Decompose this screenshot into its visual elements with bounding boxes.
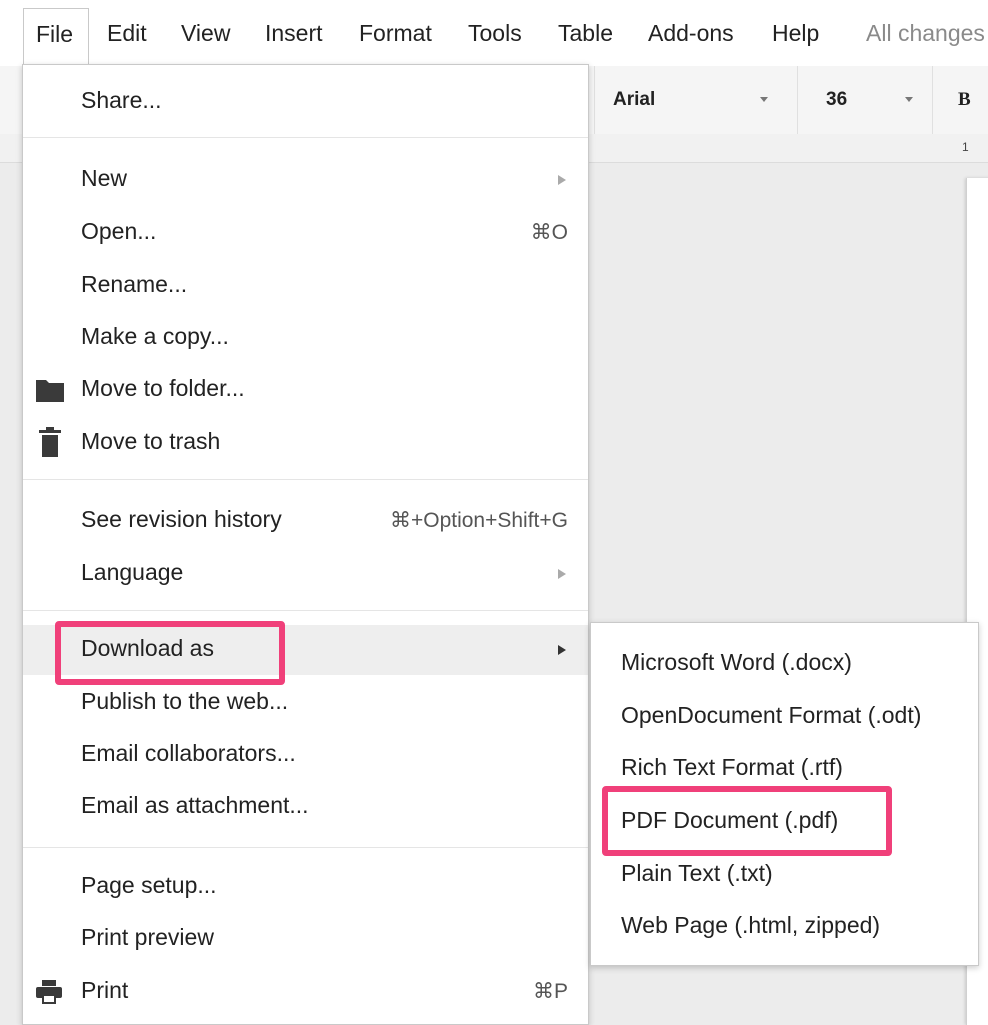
font-family-select[interactable]: Arial (613, 89, 655, 111)
submenu-item-label: Web Page (.html, zipped) (621, 912, 881, 938)
chevron-down-icon (905, 97, 913, 102)
menu-item-label: See revision history (81, 506, 282, 532)
shortcut-label: ⌘P (532, 980, 568, 1003)
pdf-highlight (602, 786, 892, 856)
toolbar-separator (932, 66, 933, 134)
download-as-submenu: Microsoft Word (.docx) OpenDocument Form… (590, 622, 979, 966)
save-status: All changes (866, 20, 985, 46)
menu-item-move-to-trash[interactable]: Move to trash (23, 418, 588, 466)
toolbar-separator (797, 66, 798, 134)
menu-item-label: Page setup... (81, 872, 217, 898)
menu-item-label: Open... (81, 218, 157, 244)
menu-item-language[interactable]: Language (23, 549, 588, 597)
menu-item-new[interactable]: New (23, 155, 588, 203)
ruler-mark: 1 (962, 140, 969, 154)
menu-divider (23, 479, 588, 480)
menu-edit[interactable]: Edit (107, 20, 147, 47)
menu-item-share[interactable]: Share... (23, 77, 588, 125)
menu-item-page-setup[interactable]: Page setup... (23, 862, 588, 910)
menu-item-label: Move to trash (81, 428, 221, 454)
menu-item-rename[interactable]: Rename... (23, 261, 588, 309)
menu-view[interactable]: View (181, 20, 230, 47)
submenu-arrow-icon (558, 645, 566, 655)
menu-item-print-preview[interactable]: Print preview (23, 914, 588, 962)
menu-insert[interactable]: Insert (265, 20, 323, 47)
submenu-item-odt[interactable]: OpenDocument Format (.odt) (591, 690, 978, 740)
submenu-arrow-icon (558, 569, 566, 579)
menu-help[interactable]: Help (772, 20, 819, 47)
font-size-select[interactable]: 36 (826, 89, 847, 111)
submenu-item-label: Microsoft Word (.docx) (621, 649, 852, 675)
menu-format[interactable]: Format (359, 20, 432, 47)
shortcut-label: ⌘+Option+Shift+G (389, 509, 568, 532)
menu-item-make-copy[interactable]: Make a copy... (23, 313, 588, 361)
menu-item-publish[interactable]: Publish to the web... (23, 678, 588, 726)
menu-item-label: Print (81, 977, 129, 1003)
toolbar-separator (594, 66, 595, 134)
submenu-item-label: OpenDocument Format (.odt) (621, 702, 922, 728)
menu-item-label: Rename... (81, 271, 188, 297)
file-menu: Share... New Open... ⌘O Rename... Make a… (22, 64, 589, 1025)
folder-icon (36, 380, 64, 402)
bold-button[interactable]: B (958, 89, 971, 111)
menu-item-label: Publish to the web... (81, 688, 289, 714)
printer-icon (36, 980, 62, 1004)
menu-item-move-to-folder[interactable]: Move to folder... (23, 365, 588, 413)
menu-item-label: Make a copy... (81, 323, 229, 349)
menu-item-label: Language (81, 559, 184, 585)
chevron-down-icon (760, 97, 768, 102)
menu-item-label: New (81, 165, 128, 191)
menu-item-email-attachment[interactable]: Email as attachment... (23, 782, 588, 830)
submenu-item-label: Plain Text (.txt) (621, 860, 773, 886)
submenu-item-label: Rich Text Format (.rtf) (621, 754, 843, 780)
menu-divider (23, 610, 588, 611)
menu-file[interactable]: File (23, 8, 89, 66)
menu-divider (23, 137, 588, 138)
menu-item-open[interactable]: Open... ⌘O (23, 208, 588, 256)
submenu-item-docx[interactable]: Microsoft Word (.docx) (591, 637, 978, 687)
menu-item-label: Email collaborators... (81, 740, 296, 766)
menu-item-revision-history[interactable]: See revision history ⌘+Option+Shift+G (23, 496, 588, 544)
menu-item-print[interactable]: Print ⌘P (23, 967, 588, 1015)
menu-item-label: Move to folder... (81, 375, 245, 401)
menu-item-label: Email as attachment... (81, 792, 309, 818)
menu-item-label: Print preview (81, 924, 214, 950)
download-as-highlight (55, 621, 285, 685)
menu-item-email-collaborators[interactable]: Email collaborators... (23, 730, 588, 778)
menu-file-label: File (36, 21, 74, 47)
menu-tools[interactable]: Tools (468, 20, 522, 47)
menu-bar: File Edit View Insert Format Tools Table… (0, 0, 988, 67)
submenu-item-rtf[interactable]: Rich Text Format (.rtf) (591, 742, 978, 792)
menu-item-label: Share... (81, 87, 162, 113)
submenu-arrow-icon (558, 175, 566, 185)
trash-icon (39, 427, 61, 457)
menu-addons[interactable]: Add-ons (648, 20, 734, 47)
shortcut-label: ⌘O (530, 221, 568, 244)
menu-table[interactable]: Table (558, 20, 613, 47)
submenu-item-html[interactable]: Web Page (.html, zipped) (591, 900, 978, 950)
menu-divider (23, 847, 588, 848)
